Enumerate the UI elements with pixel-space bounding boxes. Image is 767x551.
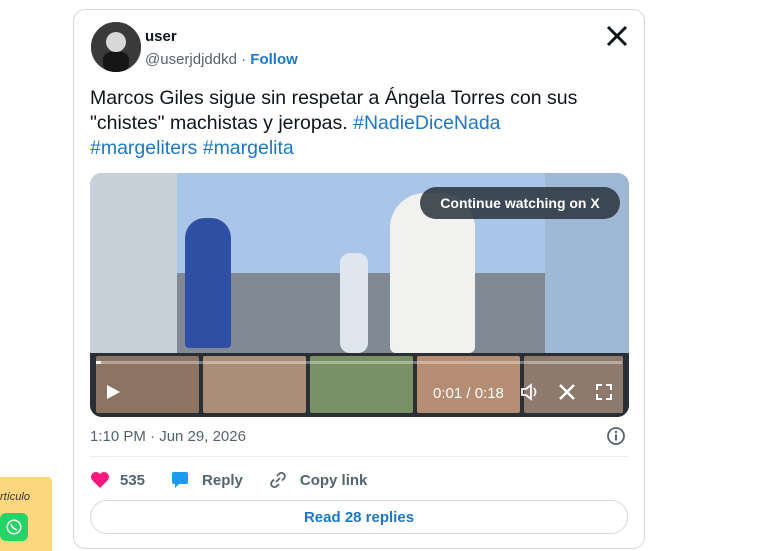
video-time: 0:01 / 0:18	[433, 385, 504, 402]
whatsapp-icon[interactable]	[0, 513, 28, 541]
like-count: 535	[120, 471, 146, 489]
continue-watching-button[interactable]: Continue watching on X	[420, 187, 620, 219]
tweet-text: Marcos Giles sigue sin respetar a Ángela…	[90, 86, 620, 161]
info-icon[interactable]	[606, 426, 626, 446]
username[interactable]: user	[145, 28, 177, 45]
x-watch-icon[interactable]	[558, 383, 576, 405]
play-icon[interactable]	[104, 383, 122, 405]
read-replies-button[interactable]: Read 28 replies	[90, 500, 628, 534]
volume-icon[interactable]	[520, 383, 540, 405]
follow-button[interactable]: Follow	[250, 51, 298, 68]
article-label: rtículo	[0, 491, 30, 503]
reply-label: Reply	[202, 471, 243, 489]
video-person	[340, 253, 368, 353]
tweet-body: Marcos Giles sigue sin respetar a Ángela…	[90, 87, 578, 134]
reply-button[interactable]: Reply	[170, 471, 243, 489]
handle-row: @userjdjddkd · Follow	[145, 51, 298, 68]
video-player[interactable]: Continue watching on X 0:01 / 0:18	[90, 173, 629, 417]
article-share-card: rtículo	[0, 477, 52, 551]
tweet-card: user @userjdjddkd · Follow Marcos Giles …	[73, 9, 645, 549]
avatar[interactable]	[91, 22, 141, 72]
hashtag-nadiedicenada[interactable]: #NadieDiceNada	[353, 112, 500, 134]
heart-icon	[91, 472, 109, 488]
like-button[interactable]: 535	[90, 471, 145, 489]
copy-link-label: Copy link	[299, 471, 368, 489]
video-progress-bar[interactable]	[96, 361, 622, 364]
video-progress-fill	[96, 361, 102, 364]
tweet-actions: 535 Reply Copy link	[90, 468, 392, 492]
reply-icon	[172, 472, 189, 488]
separator: ·	[236, 51, 251, 68]
hashtag-margeliters[interactable]: #margeliters	[90, 137, 197, 159]
hashtag-margelita[interactable]: #margelita	[203, 137, 294, 159]
handle[interactable]: @userjdjddkd	[145, 51, 237, 68]
fullscreen-icon[interactable]	[595, 383, 613, 405]
video-thumbnail	[203, 356, 306, 413]
link-icon	[270, 472, 286, 488]
x-logo-icon[interactable]	[605, 24, 629, 48]
tweet-timestamp[interactable]: 1:10 PM · Jun 29, 2026	[90, 428, 246, 445]
video-person	[185, 218, 231, 348]
video-thumbnail	[310, 356, 413, 413]
divider	[90, 456, 628, 457]
copy-link-button[interactable]: Copy link	[268, 471, 368, 489]
